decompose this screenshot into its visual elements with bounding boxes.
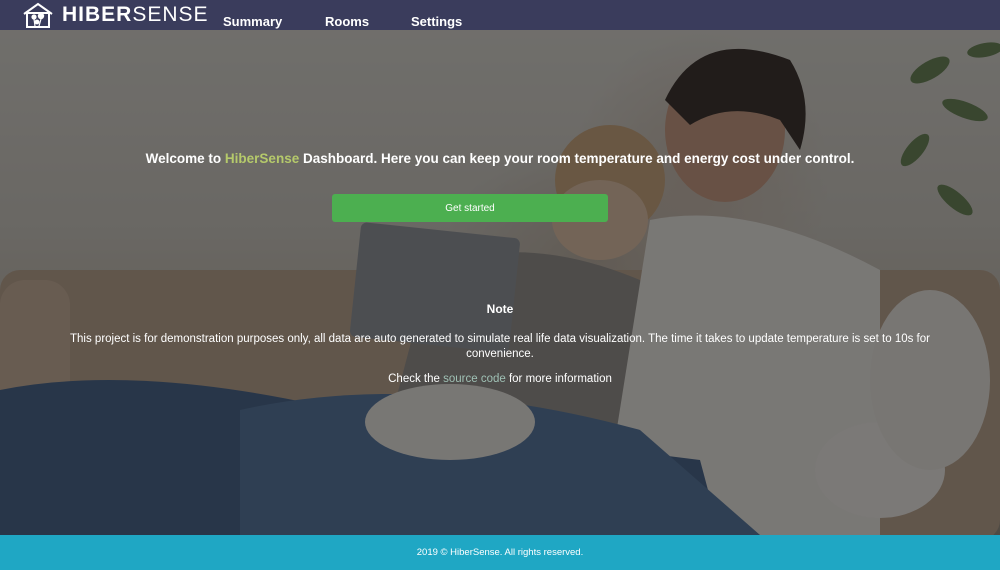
source-code-link[interactable]: source code xyxy=(443,373,506,385)
footer: 2019 © HiberSense. All rights reserved. xyxy=(0,535,1000,570)
house-logo-icon xyxy=(23,2,53,28)
nav-link-summary[interactable]: Summary xyxy=(223,0,282,30)
welcome-message: Welcome to HiberSense Dashboard. Here yo… xyxy=(145,151,855,166)
logo[interactable]: HIBERSENSE xyxy=(22,0,209,30)
nav-link-settings[interactable]: Settings xyxy=(411,0,462,30)
footer-copyright: 2019 © HiberSense. All rights reserved. xyxy=(416,547,584,558)
hero-section: Welcome to HiberSense Dashboard. Here yo… xyxy=(0,30,1000,535)
logo-text: HIBERSENSE xyxy=(62,3,209,26)
get-started-button[interactable]: Get started xyxy=(332,194,608,222)
nav-link-rooms[interactable]: Rooms xyxy=(325,0,369,30)
brand-name: HiberSense xyxy=(224,151,300,166)
note-body: This project is for demonstration purpos… xyxy=(70,333,930,360)
hero-dark-overlay xyxy=(0,30,1000,535)
note-title: Note xyxy=(486,302,514,316)
check-source-text: Check the source code for more informati… xyxy=(388,373,612,385)
navbar: HIBERSENSE Summary Rooms Settings xyxy=(0,0,1000,30)
